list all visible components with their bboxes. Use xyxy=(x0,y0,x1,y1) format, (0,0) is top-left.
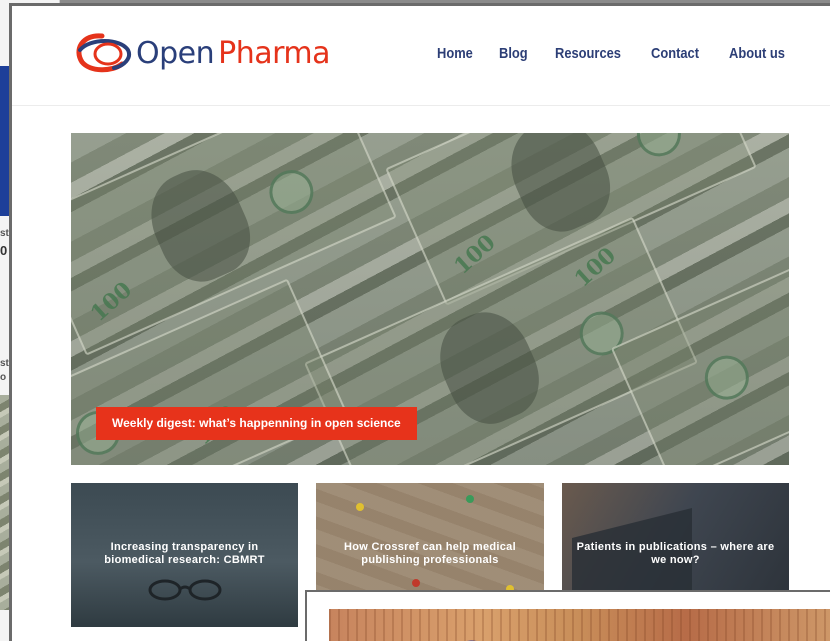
logo-text-pharma: Pharma xyxy=(218,35,331,71)
glasses-icon xyxy=(148,579,222,601)
site-header: Open Pharma Home Blog Resources Contact … xyxy=(12,6,830,106)
background-text-fragment: st xyxy=(0,358,9,369)
main-window: Open Pharma Home Blog Resources Contact … xyxy=(9,3,830,641)
logo-text-open: Open xyxy=(136,35,215,71)
main-nav: Home Blog Resources Contact About us xyxy=(437,45,809,62)
featured-post-image[interactable]: 100 100 100 100 Weekly digest: what’s ha… xyxy=(71,133,789,465)
background-text-fragment: 0 xyxy=(0,243,8,258)
background-text-fragment: st xyxy=(0,228,9,239)
post-card-title: Increasing transparency in biomedical re… xyxy=(104,541,265,566)
post-card-title: Patients in publications – where are we … xyxy=(576,541,775,566)
nav-resources[interactable]: Resources xyxy=(555,45,638,62)
featured-post-caption[interactable]: Weekly digest: what’s happenning in open… xyxy=(96,407,417,440)
foreground-window[interactable] xyxy=(305,590,830,641)
post-card[interactable]: Increasing transparency in biomedical re… xyxy=(71,483,298,627)
openpharma-logo-icon xyxy=(76,33,131,73)
nav-contact[interactable]: Contact xyxy=(651,45,718,62)
nav-home[interactable]: Home xyxy=(437,45,490,62)
background-text-fragment: o xyxy=(0,372,7,383)
nav-about-us[interactable]: About us xyxy=(729,45,798,62)
nav-blog[interactable]: Blog xyxy=(499,45,547,62)
screen: st 0 st o Open Pharma Home Blog Resource… xyxy=(0,0,830,641)
ornament-image xyxy=(329,609,830,641)
post-card-title: How Crossref can help medical publishing… xyxy=(344,541,516,566)
site-logo[interactable]: Open Pharma xyxy=(72,30,331,76)
